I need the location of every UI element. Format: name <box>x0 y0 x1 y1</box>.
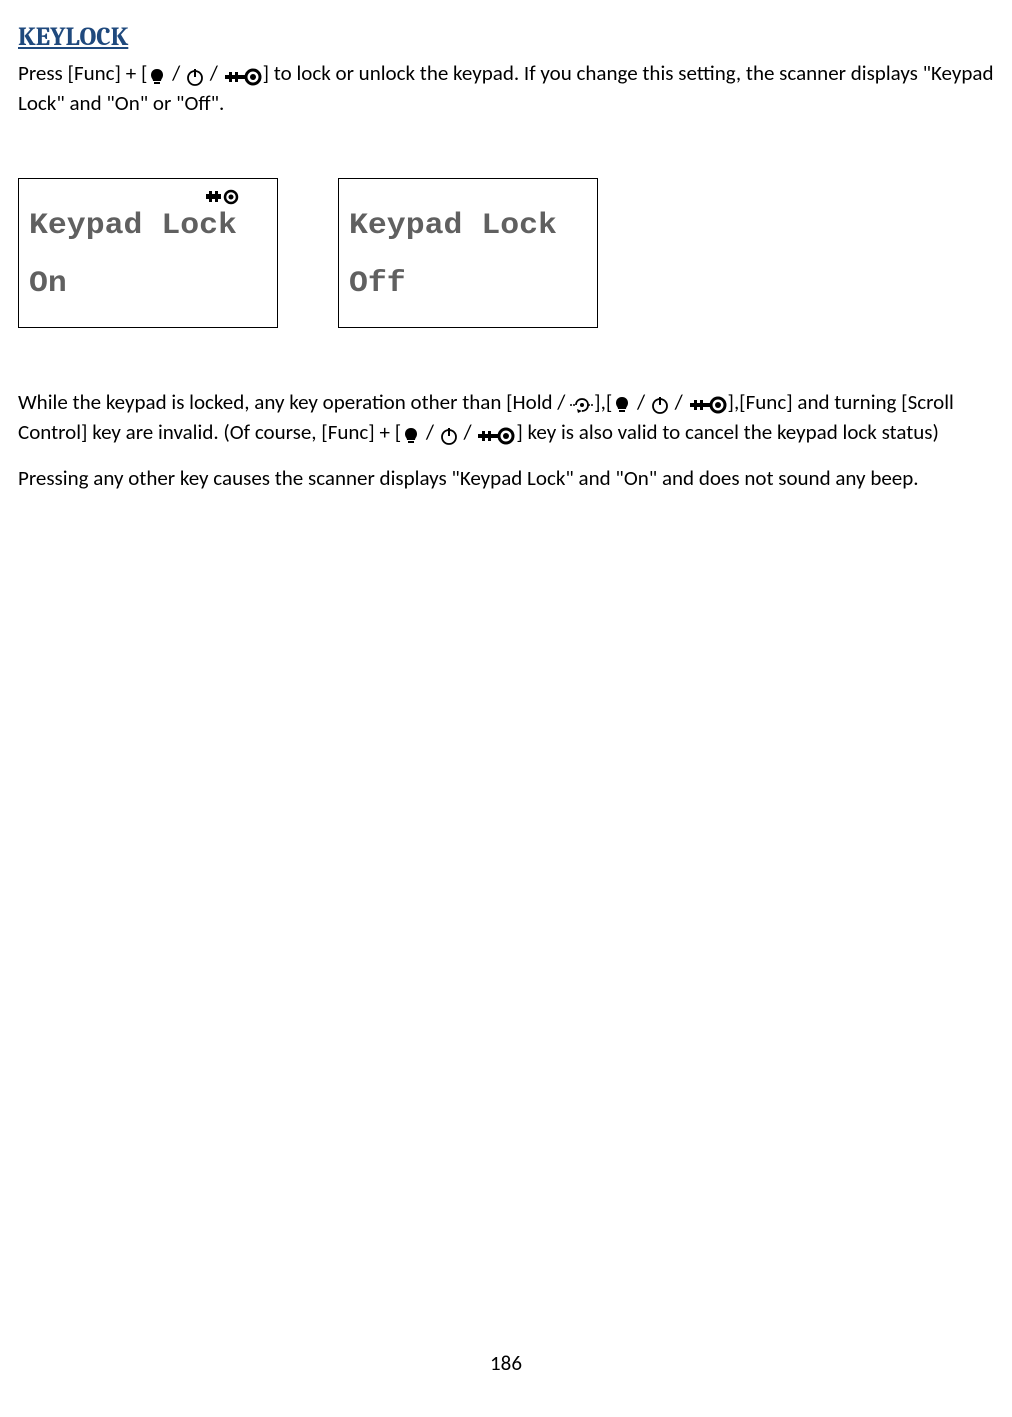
paragraph-2: While the keypad is locked, any key oper… <box>18 388 994 448</box>
lcd-on-line1: Keypad Lock <box>29 211 279 241</box>
display-box-on: Keypad Lock On <box>18 178 278 328</box>
para1-text2: / <box>167 60 185 86</box>
lcd-icon-row-empty <box>349 181 587 199</box>
paragraph-3: Pressing any other key causes the scanne… <box>18 464 994 492</box>
display-box-off: Keypad Lock Off <box>338 178 598 328</box>
hold-icon <box>570 389 594 417</box>
para1-text1: Press [Func] + [ <box>18 60 147 86</box>
lcd-off-line1: Keypad Lock <box>349 211 599 241</box>
para2-text1: While the keypad is locked, any key oper… <box>18 389 570 415</box>
paragraph-1: Press [Func] + [ / / ] to lock or unlock… <box>18 59 994 118</box>
power-icon <box>650 389 670 417</box>
para1-text3: / <box>205 60 223 86</box>
para2-text6: / <box>421 419 439 445</box>
keylock-icon <box>476 420 516 448</box>
para2-text4: / <box>670 389 688 415</box>
light-icon <box>147 61 167 89</box>
light-icon <box>401 420 421 448</box>
keylock-icon <box>223 61 263 89</box>
lcd-off-line2: Off <box>349 269 599 299</box>
keylock-icon <box>688 389 728 417</box>
lcd-lock-icon-row <box>29 181 267 199</box>
lcd-on-line2: On <box>29 269 279 299</box>
page-number: 186 <box>0 1349 1012 1377</box>
para2-text8: ] key is also valid to cancel the keypad… <box>516 419 938 445</box>
lcd-keylock-icon <box>205 189 239 205</box>
para2-text3: / <box>632 389 650 415</box>
para2-text7: / <box>459 419 477 445</box>
para2-text2: ],[ <box>594 389 612 415</box>
power-icon <box>439 420 459 448</box>
light-icon <box>612 389 632 417</box>
section-heading: KEYLOCK <box>18 20 994 55</box>
power-icon <box>185 61 205 89</box>
display-row: Keypad Lock On Keypad Lock Off <box>18 178 994 328</box>
